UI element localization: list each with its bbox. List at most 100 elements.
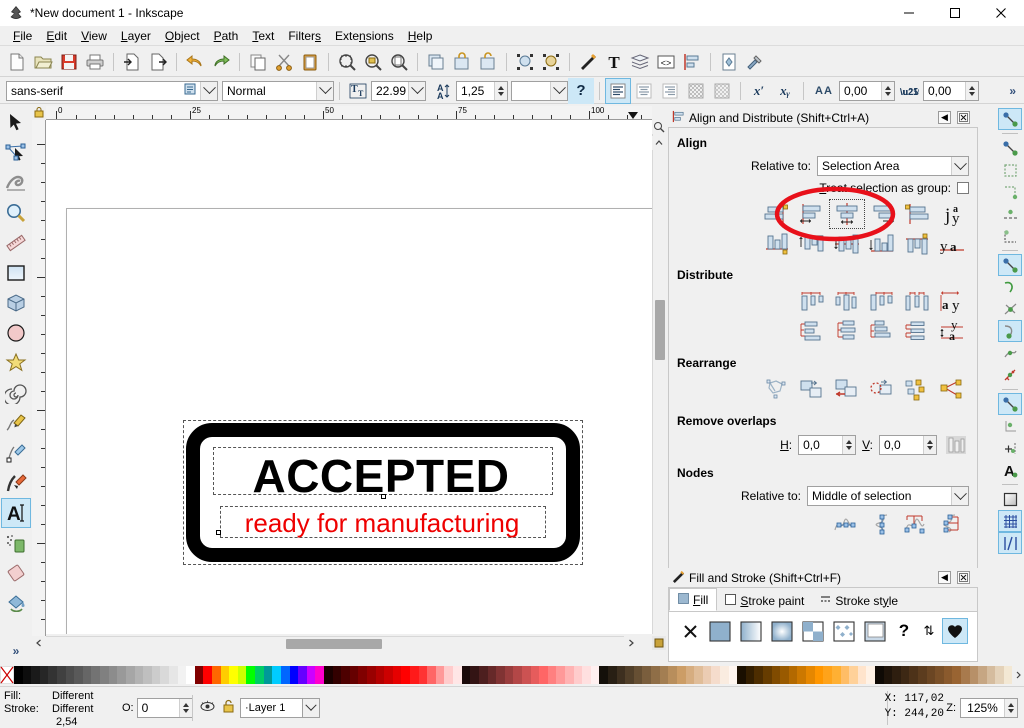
xml-editor-icon[interactable]: <> xyxy=(653,49,679,75)
palette-swatch[interactable] xyxy=(926,666,936,684)
palette-swatch[interactable] xyxy=(547,666,557,684)
snap-paths-button[interactable] xyxy=(998,276,1022,298)
radial-gradient-button[interactable] xyxy=(768,618,796,644)
remove-overlaps-v-spinner[interactable]: 0,0 xyxy=(879,435,937,455)
palette-swatch[interactable] xyxy=(48,666,58,684)
palette-swatch[interactable] xyxy=(470,666,479,684)
palette-swatch[interactable] xyxy=(212,666,221,684)
palette-swatch[interactable] xyxy=(633,666,643,684)
palette-scroll-arrow-icon[interactable] xyxy=(1012,666,1024,684)
spray-tool[interactable] xyxy=(1,528,31,558)
palette-swatch[interactable] xyxy=(100,666,109,684)
duplicate-icon[interactable] xyxy=(423,49,449,75)
palette-swatch[interactable] xyxy=(22,666,32,684)
menu-object[interactable]: Object xyxy=(158,27,207,45)
palette-swatch[interactable] xyxy=(487,666,497,684)
palette-swatch[interactable] xyxy=(504,666,514,684)
palette-swatch[interactable] xyxy=(986,666,996,684)
toolbox-overflow-button[interactable]: » xyxy=(13,644,20,658)
palette-swatch[interactable] xyxy=(642,666,652,684)
palette-swatch[interactable] xyxy=(496,666,505,684)
tweak-tool[interactable] xyxy=(1,168,31,198)
flat-color-button[interactable] xyxy=(706,618,734,644)
palette-swatch[interactable] xyxy=(358,666,367,684)
menu-view[interactable]: View xyxy=(74,27,114,45)
palette-swatch[interactable] xyxy=(763,666,772,684)
align-right-edge-to-left-anchor-icon[interactable] xyxy=(760,200,794,228)
distribute-text-baselines-vertically-icon[interactable]: ya xyxy=(935,318,969,346)
palette-swatch[interactable] xyxy=(719,666,729,684)
distribute-text-anchors-horizontally-icon[interactable]: ay xyxy=(935,288,969,316)
distribute-left-edges-icon[interactable] xyxy=(795,288,829,316)
palette-swatch[interactable] xyxy=(151,666,161,684)
palette-swatch[interactable] xyxy=(203,666,213,684)
tab-stroke-paint[interactable]: Stroke paint xyxy=(717,590,813,611)
snap-bbox-corners-button[interactable] xyxy=(998,181,1022,203)
palette-swatch[interactable] xyxy=(117,666,126,684)
font-family-combo[interactable]: sans-serif xyxy=(6,80,218,101)
zoom-stepper[interactable] xyxy=(1004,699,1017,717)
fill-stroke-dialog-icon[interactable] xyxy=(512,49,538,75)
palette-swatch[interactable] xyxy=(814,666,824,684)
spiral-tool[interactable] xyxy=(1,378,31,408)
pattern-button[interactable] xyxy=(799,618,827,644)
snap-guides-button[interactable] xyxy=(998,532,1022,554)
palette-swatch-strip[interactable] xyxy=(14,666,1013,684)
line-spacing-stepper[interactable] xyxy=(494,81,507,100)
palette-swatch[interactable] xyxy=(229,666,238,684)
align-left-edges-icon[interactable] xyxy=(795,200,829,228)
node-tool[interactable] xyxy=(1,138,31,168)
save-document-icon[interactable] xyxy=(56,49,82,75)
document-page[interactable]: ACCEPTED ready for manufacturing xyxy=(66,208,652,634)
pencil-tool[interactable] xyxy=(1,408,31,438)
minimize-button[interactable] xyxy=(886,0,932,26)
palette-swatch[interactable] xyxy=(961,666,970,684)
palette-swatch[interactable] xyxy=(788,666,798,684)
exchange-positions-zorder-icon[interactable] xyxy=(795,376,829,404)
palette-swatch[interactable] xyxy=(823,666,832,684)
palette-swatch[interactable] xyxy=(375,666,385,684)
palette-swatch[interactable] xyxy=(478,666,488,684)
align-left-edge-to-right-anchor-icon[interactable] xyxy=(900,200,934,228)
preferences-icon[interactable] xyxy=(742,49,768,75)
randomize-positions-icon[interactable] xyxy=(865,376,899,404)
palette-swatch[interactable] xyxy=(694,666,703,684)
align-bottom-edge-to-top-anchor-icon[interactable] xyxy=(760,230,794,258)
fill-stroke-indicator[interactable]: Fill: Different Stroke: Different 2,54 xyxy=(4,690,114,728)
palette-swatch[interactable] xyxy=(384,666,393,684)
palette-swatch[interactable] xyxy=(616,666,626,684)
palette-swatch[interactable] xyxy=(685,666,695,684)
color-palette[interactable] xyxy=(0,665,1024,685)
exchange-positions-clockwise-icon[interactable] xyxy=(830,376,864,404)
ungroup-icon[interactable] xyxy=(475,49,501,75)
exchange-positions-icon[interactable] xyxy=(760,376,794,404)
palette-swatch[interactable] xyxy=(539,666,548,684)
favorite-button[interactable] xyxy=(942,618,968,644)
palette-swatch[interactable] xyxy=(771,666,781,684)
nodes-relative-to-arrow[interactable] xyxy=(951,486,968,505)
letter-spacing-stepper[interactable] xyxy=(881,81,894,100)
no-color-icon[interactable] xyxy=(0,665,15,685)
palette-swatch[interactable] xyxy=(280,666,290,684)
menu-filters[interactable]: Filters xyxy=(281,27,328,45)
opacity-stepper[interactable] xyxy=(178,699,192,717)
opacity-spinner[interactable]: 0 xyxy=(136,698,193,718)
layer-selector[interactable]: ·Layer 1 xyxy=(240,698,320,718)
palette-swatch[interactable] xyxy=(892,666,901,684)
palette-swatch[interactable] xyxy=(341,666,350,684)
palette-swatch[interactable] xyxy=(74,666,83,684)
swatch-button[interactable] xyxy=(830,618,858,644)
canvas-vertical-scrollbar[interactable] xyxy=(652,120,666,634)
palette-swatch[interactable] xyxy=(410,666,419,684)
palette-swatch[interactable] xyxy=(220,666,230,684)
box3d-tool[interactable] xyxy=(1,288,31,318)
palette-swatch[interactable] xyxy=(427,666,436,684)
menu-help[interactable]: Help xyxy=(401,27,440,45)
align-right-edges-icon[interactable] xyxy=(865,200,899,228)
new-document-icon[interactable] xyxy=(4,49,30,75)
palette-swatch[interactable] xyxy=(349,666,359,684)
snap-page-border-button[interactable] xyxy=(998,488,1022,510)
palette-swatch[interactable] xyxy=(780,666,789,684)
line-spacing-unit-combo[interactable] xyxy=(511,80,568,101)
palette-swatch[interactable] xyxy=(366,666,376,684)
